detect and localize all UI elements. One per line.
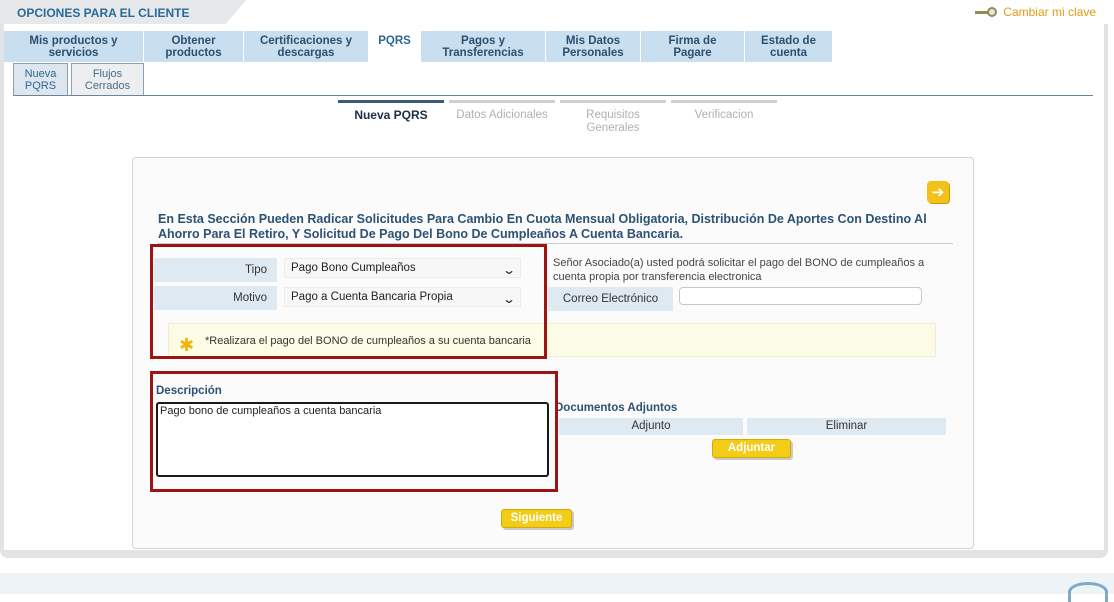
info-text: Señor Asociado(a) usted podrá solicitar … [553, 257, 925, 283]
highlight-descripcion [150, 371, 558, 492]
step-nueva-pqrs: Nueva PQRS [338, 100, 444, 122]
docs-label: Documentos Adjuntos [555, 402, 678, 414]
step-datos-adicionales: Datos Adicionales [449, 100, 555, 122]
tab-estado-cuenta[interactable]: Estado de cuenta [745, 31, 833, 62]
adjuntar-button[interactable]: Adjuntar [712, 439, 791, 458]
tab-pqrs[interactable]: PQRS [369, 31, 421, 62]
footer-bar [0, 573, 1114, 602]
tab-label: Pagos y Transferencias [442, 34, 524, 59]
key-icon [975, 6, 998, 18]
tab-label: Mis productos y servicios [29, 34, 118, 59]
subtab-nueva-pqrs[interactable]: Nueva PQRS [13, 63, 68, 95]
tab-label: Certificaciones y descargas [259, 34, 353, 59]
tab-label: Mis Datos Personales [562, 34, 624, 59]
tab-label: PQRS [378, 35, 411, 47]
next-arrow-icon[interactable]: ➔ [927, 181, 949, 203]
tab-mis-productos[interactable]: Mis productos y servicios [4, 31, 144, 62]
form-headline: En Esta Sección Pueden Radicar Solicitud… [158, 212, 927, 241]
main-nav: Mis productos y servicios Obtener produc… [4, 31, 833, 62]
subtab-flujos-cerrados[interactable]: Flujos Cerrados [71, 63, 144, 95]
email-label: Correo Electrónico [548, 287, 673, 311]
tab-label: Obtener productos [165, 34, 222, 59]
brand-logo-icon [1068, 582, 1108, 602]
tab-mis-datos[interactable]: Mis Datos Personales [546, 31, 641, 62]
step-label: Verificacion [694, 109, 754, 121]
email-field[interactable] [679, 287, 922, 305]
step-requisitos-generales: Requisitos Generales [560, 100, 666, 135]
subtab-divider [13, 95, 1093, 96]
step-label: Requisitos Generales [586, 109, 640, 134]
tab-label: Firma de Pagare [668, 34, 717, 59]
subtabs: Nueva PQRS Flujos Cerrados [13, 63, 144, 95]
siguiente-button[interactable]: Siguiente [501, 509, 572, 528]
tab-firma-pagare[interactable]: Firma de Pagare [641, 31, 745, 62]
tab-pagos-transferencias[interactable]: Pagos y Transferencias [421, 31, 546, 62]
subtab-label: Nueva PQRS [24, 68, 57, 92]
tab-label: Estado de cuenta [761, 34, 816, 59]
top-header: OPCIONES PARA EL CLIENTE Cambiar mi clav… [0, 0, 1114, 26]
subtab-label: Flujos Cerrados [84, 68, 131, 92]
docs-col-eliminar: Eliminar [747, 418, 946, 435]
step-label: Nueva PQRS [354, 108, 428, 122]
tab-obtener-productos[interactable]: Obtener productos [144, 31, 244, 62]
header-tab: OPCIONES PARA EL CLIENTE [0, 0, 246, 26]
header-title: OPCIONES PARA EL CLIENTE [17, 6, 190, 20]
step-verificacion: Verificacion [671, 100, 777, 122]
highlight-tipo-motivo [150, 244, 547, 359]
change-key-link[interactable]: Cambiar mi clave [975, 5, 1096, 19]
step-label: Datos Adicionales [456, 109, 548, 121]
change-key-label[interactable]: Cambiar mi clave [1003, 5, 1096, 19]
tab-certificaciones[interactable]: Certificaciones y descargas [244, 31, 369, 62]
docs-col-adjunto: Adjunto [559, 418, 743, 435]
